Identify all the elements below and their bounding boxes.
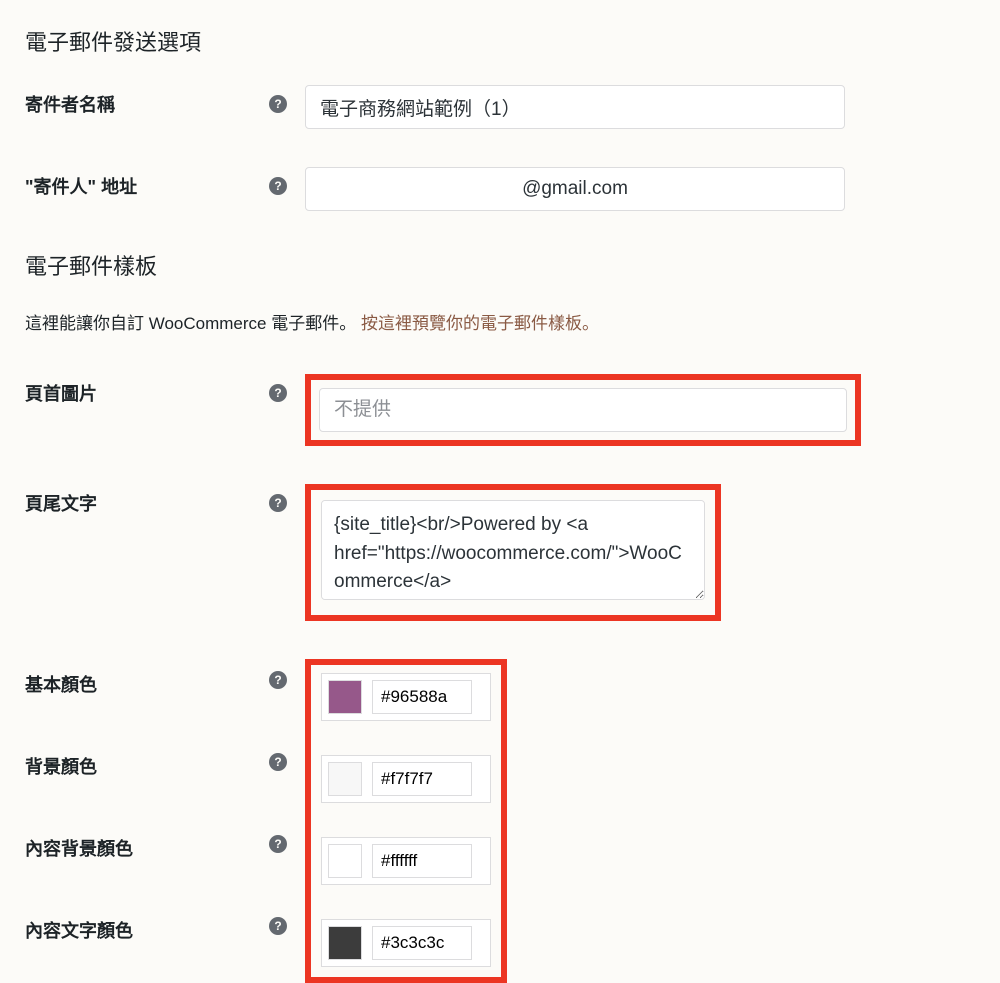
color-swatch[interactable] [328, 926, 362, 960]
body-bg-color-picker[interactable] [321, 837, 491, 885]
footer-text-label: 頁尾文字 [25, 490, 97, 516]
help-icon[interactable]: ? [269, 671, 287, 689]
preview-template-link[interactable]: 按這裡預覽你的電子郵件樣板。 [361, 314, 599, 333]
email-sender-options-heading: 電子郵件發送選項 [25, 25, 975, 57]
bg-color-label: 背景顏色 [25, 753, 97, 779]
highlight-box [305, 374, 861, 446]
body-text-color-label: 內容文字顏色 [25, 917, 133, 943]
help-icon[interactable]: ? [269, 917, 287, 935]
body-text-color-picker[interactable] [321, 919, 491, 967]
email-template-description: 這裡能讓你自訂 WooCommerce 電子郵件。 按這裡預覽你的電子郵件樣板。 [25, 309, 975, 334]
body-bg-color-label: 內容背景顏色 [25, 835, 133, 861]
highlight-box [305, 659, 507, 983]
body-bg-color-input[interactable] [372, 844, 472, 878]
help-icon[interactable]: ? [269, 494, 287, 512]
template-desc-text: 這裡能讓你自訂 WooCommerce 電子郵件。 [25, 314, 356, 333]
color-swatch[interactable] [328, 844, 362, 878]
color-swatch[interactable] [328, 762, 362, 796]
header-image-row: 頁首圖片 ? [25, 374, 975, 446]
from-address-row: "寄件人" 地址 ? [25, 167, 975, 211]
bg-color-input[interactable] [372, 762, 472, 796]
header-image-input[interactable] [319, 388, 847, 432]
header-image-label: 頁首圖片 [25, 380, 97, 406]
from-address-label: "寄件人" 地址 [25, 173, 137, 199]
email-template-heading: 電子郵件樣板 [25, 249, 975, 281]
help-icon[interactable]: ? [269, 835, 287, 853]
from-name-row: 寄件者名稱 ? [25, 85, 975, 129]
help-icon[interactable]: ? [269, 95, 287, 113]
footer-text-textarea[interactable] [321, 500, 705, 600]
bg-color-picker[interactable] [321, 755, 491, 803]
help-icon[interactable]: ? [269, 177, 287, 195]
help-icon[interactable]: ? [269, 384, 287, 402]
color-swatch[interactable] [328, 680, 362, 714]
base-color-picker[interactable] [321, 673, 491, 721]
base-color-input[interactable] [372, 680, 472, 714]
highlight-box [305, 484, 721, 621]
from-name-input[interactable] [305, 85, 845, 129]
base-color-label: 基本顏色 [25, 671, 97, 697]
body-text-color-input[interactable] [372, 926, 472, 960]
from-address-input[interactable] [305, 167, 845, 211]
footer-text-row: 頁尾文字 ? [25, 484, 975, 621]
from-name-label: 寄件者名稱 [25, 91, 115, 117]
help-icon[interactable]: ? [269, 753, 287, 771]
